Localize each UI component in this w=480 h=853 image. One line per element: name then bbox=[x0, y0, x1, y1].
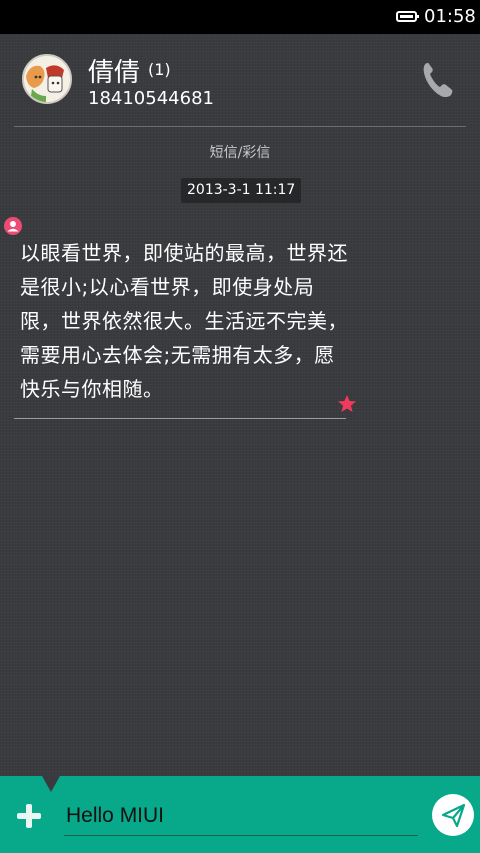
send-button[interactable] bbox=[432, 794, 474, 836]
status-bar: 01:58 bbox=[0, 0, 480, 34]
contact-avatar[interactable] bbox=[22, 54, 72, 104]
battery-icon bbox=[396, 11, 419, 22]
plus-icon bbox=[17, 804, 41, 828]
phone-icon bbox=[423, 62, 453, 98]
contact-name: 倩倩 bbox=[88, 58, 141, 88]
input-underline bbox=[64, 835, 418, 836]
conversation-header: 倩倩 (1) 18410544681 bbox=[0, 34, 480, 127]
avatar-illustration-icon bbox=[24, 56, 70, 102]
call-button[interactable] bbox=[418, 60, 456, 100]
message-input[interactable] bbox=[66, 800, 416, 832]
message-divider bbox=[14, 418, 346, 419]
message-bubble-text[interactable]: 以眼看世界，即使站的最高，世界还是很小;以心看世界，即使身处局限，世界依然很大。… bbox=[20, 236, 350, 406]
composer-notch bbox=[42, 776, 60, 792]
unread-count: (1) bbox=[148, 60, 171, 79]
star-icon[interactable] bbox=[337, 394, 357, 414]
add-attachment-button[interactable] bbox=[14, 801, 44, 831]
person-icon bbox=[4, 217, 22, 235]
channel-label: 短信/彩信 bbox=[209, 145, 271, 161]
contact-phone-number: 18410544681 bbox=[88, 88, 214, 109]
send-icon bbox=[441, 803, 466, 828]
status-clock: 01:58 bbox=[424, 6, 476, 27]
header-divider bbox=[14, 126, 466, 127]
message-timestamp: 2013-3-1 11:17 bbox=[181, 178, 302, 203]
